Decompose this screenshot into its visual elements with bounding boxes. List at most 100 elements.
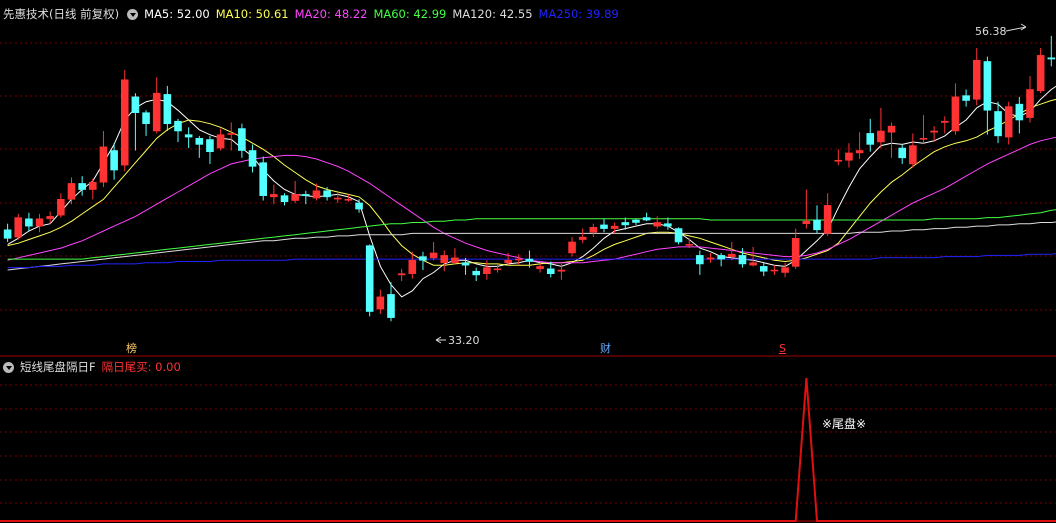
- candle: [120, 70, 129, 172]
- candle-body: [1015, 103, 1024, 121]
- candle-body: [791, 238, 800, 267]
- candle: [877, 107, 885, 149]
- candle: [280, 193, 289, 206]
- candle: [195, 135, 204, 158]
- candle-body: [546, 268, 555, 274]
- ma5-label: MA5: 52.00: [144, 7, 210, 21]
- candle-body: [781, 267, 789, 273]
- sub-panel-header: 短线尾盘隔日F 隔日尾买: 0.00: [0, 358, 187, 376]
- dropdown-icon[interactable]: [3, 361, 14, 373]
- s-marker[interactable]: S: [779, 343, 786, 355]
- candle: [578, 228, 587, 244]
- candle-body: [408, 259, 417, 274]
- candle-body: [983, 61, 992, 111]
- candle: [994, 101, 1002, 144]
- candle-body: [174, 120, 182, 132]
- candle: [216, 128, 225, 151]
- candle: [152, 77, 161, 134]
- candle: [1047, 35, 1056, 67]
- candle: [909, 133, 917, 168]
- candle-body: [972, 59, 981, 100]
- candle: [983, 56, 992, 135]
- candle: [951, 83, 960, 135]
- candle-body: [866, 133, 875, 145]
- candle-body: [664, 223, 672, 227]
- candle-body: [685, 244, 694, 246]
- candle: [887, 122, 896, 158]
- candle-body: [216, 134, 225, 149]
- candle: [696, 250, 704, 275]
- candle-body: [610, 225, 619, 229]
- candle-body: [78, 183, 86, 190]
- ma120-label: MA120: 42.55: [452, 7, 533, 21]
- candle-body: [131, 96, 140, 113]
- candle-body: [14, 217, 23, 238]
- candle-body: [536, 266, 544, 270]
- candle: [568, 237, 576, 257]
- candle-body: [110, 150, 118, 171]
- candle-body: [483, 267, 491, 274]
- candle-body: [642, 217, 651, 221]
- candle-body: [504, 259, 512, 264]
- candle-body: [301, 194, 310, 196]
- candle: [99, 130, 108, 188]
- candle: [440, 250, 449, 272]
- candle-body: [514, 258, 523, 261]
- candle: [312, 183, 321, 201]
- candle-body: [962, 95, 970, 101]
- candle-body: [419, 256, 427, 261]
- low-price-label: 33.20: [448, 334, 480, 347]
- candle: [632, 218, 640, 225]
- candle: [600, 218, 608, 233]
- ma60-label: MA60: 42.99: [373, 7, 447, 21]
- candle-body: [89, 181, 97, 190]
- main-panel-header: 先惠技术(日线 前复权) MA5: 52.00 MA10: 50.61 MA20…: [0, 5, 625, 23]
- signal-label: ※尾盘※: [822, 416, 866, 431]
- candle-body: [46, 216, 55, 220]
- candle-body: [3, 229, 12, 239]
- candle: [813, 205, 821, 234]
- candle: [238, 123, 246, 158]
- candle: [472, 267, 481, 282]
- candle: [493, 263, 502, 273]
- candle-body: [461, 262, 470, 266]
- indicator-value-label: 隔日尾买: 0.00: [101, 360, 181, 374]
- candle-body: [589, 227, 598, 233]
- candle: [451, 248, 459, 264]
- stock-title[interactable]: 先惠技术(日线 前复权): [3, 5, 119, 23]
- candle: [25, 212, 33, 232]
- candle: [1026, 76, 1034, 123]
- candle: [131, 93, 140, 151]
- candle: [78, 176, 86, 196]
- indicator-title[interactable]: 短线尾盘隔日F: [20, 358, 96, 376]
- candle-body: [696, 255, 704, 265]
- candle-body: [749, 262, 757, 266]
- finance-marker[interactable]: 财: [600, 343, 611, 355]
- candle: [163, 85, 172, 131]
- candle: [940, 116, 949, 134]
- candle-body: [717, 255, 725, 260]
- candle-body: [333, 197, 342, 200]
- candle-body: [813, 219, 821, 231]
- candle: [14, 213, 23, 240]
- candle-body: [99, 146, 108, 183]
- candle-body: [355, 202, 363, 210]
- dropdown-icon[interactable]: [127, 8, 139, 20]
- candle-body: [759, 266, 768, 272]
- candle-body: [248, 150, 257, 167]
- candle-body: [365, 245, 374, 312]
- candle: [291, 181, 299, 203]
- high-price-label: 56.38: [975, 25, 1007, 38]
- signal-spike: [0, 377, 1056, 522]
- ranking-marker[interactable]: 榜: [126, 343, 137, 355]
- candle: [834, 149, 843, 166]
- candle-body: [259, 162, 268, 196]
- candle: [962, 89, 970, 107]
- kline-chart[interactable]: 56.38 33.20 ※尾盘※: [0, 0, 1056, 523]
- candle-body: [1047, 57, 1056, 60]
- candle: [3, 223, 12, 242]
- candle-body: [451, 257, 459, 264]
- candle: [259, 156, 268, 201]
- candle: [589, 223, 598, 238]
- candle-body: [472, 270, 481, 276]
